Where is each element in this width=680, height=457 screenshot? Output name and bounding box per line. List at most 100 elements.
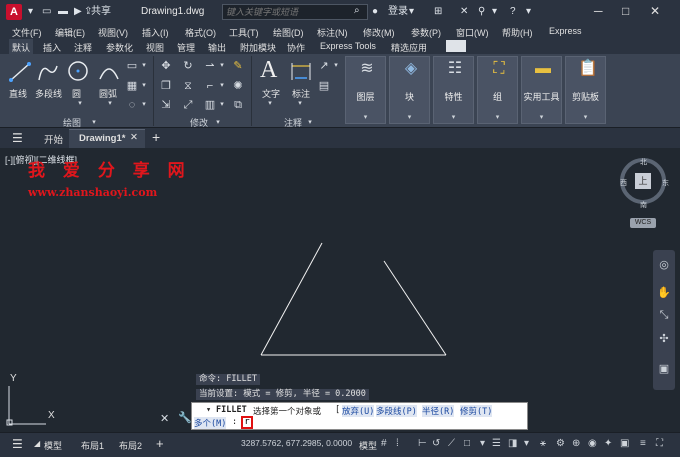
fillet-icon[interactable]: ⌐ [204, 80, 216, 92]
tab-overflow-icon[interactable] [446, 40, 466, 52]
tab-collaborate[interactable]: 协作 [287, 41, 305, 54]
tab-addins[interactable]: 附加模块 [240, 41, 276, 54]
dropdown-icon[interactable]: ▾ [409, 6, 414, 18]
trim-icon[interactable]: ⇀ [204, 60, 216, 72]
hatch-dropdown-icon[interactable]: ▾ [138, 80, 150, 92]
showmotion-icon[interactable]: ▣ [657, 362, 671, 376]
rotate-icon[interactable]: ↻ [182, 60, 194, 72]
isodraft-icon[interactable]: ⟋ [448, 438, 455, 449]
menu-dimension[interactable]: 标注(N) [317, 26, 348, 39]
menu-insert[interactable]: 插入(I) [142, 26, 169, 39]
model-space-toggle[interactable]: 模型 [359, 439, 377, 452]
ellipse-dropdown-icon[interactable]: ▾ [138, 99, 150, 111]
wcs-menu[interactable]: WCS [630, 218, 656, 228]
clean-screen-icon[interactable]: ▣ [620, 438, 629, 449]
polyline-tool-label[interactable]: 多段线 [35, 87, 62, 100]
tab-insert[interactable]: 插入 [43, 41, 61, 54]
minimize-icon[interactable]: ─ [594, 4, 603, 18]
open-folder-icon[interactable]: ▬ [58, 6, 68, 18]
tab-close-icon[interactable]: ✕ [130, 132, 138, 143]
add-layout-icon[interactable]: + [156, 436, 164, 451]
command-customize-icon[interactable]: 🔧 [178, 411, 192, 424]
table-icon[interactable]: ▤ [318, 80, 330, 92]
option-radius[interactable]: 半径(R) [422, 405, 455, 417]
text-tool-icon[interactable]: A [260, 57, 277, 84]
save-icon[interactable]: ▶ [74, 6, 82, 18]
annotation-scale-icon[interactable]: ⚹ [540, 438, 546, 449]
ellipse-icon[interactable]: ◌ [126, 99, 138, 111]
menu-view[interactable]: 视图(V) [98, 26, 128, 39]
tab-featured-apps[interactable]: 精选应用 [391, 41, 427, 54]
viewcube-top[interactable]: 上 [635, 173, 651, 189]
scale-icon[interactable]: ⤢ [182, 99, 194, 111]
properties-panel[interactable]: ☷ 特性 ▾ [433, 56, 474, 124]
mirror-icon[interactable]: ⧖ [182, 80, 194, 92]
trim-dropdown-icon[interactable]: ▾ [216, 60, 228, 72]
network-icon[interactable]: ⚲ [478, 6, 485, 18]
tab-output[interactable]: 输出 [208, 41, 226, 54]
command-prompt-arrow-icon[interactable]: ▾ [206, 405, 211, 415]
option-polyline[interactable]: 多段线(P) [376, 405, 417, 417]
new-tab-icon[interactable]: + [152, 129, 160, 145]
erase-icon[interactable]: ✎ [232, 60, 244, 72]
circle-dropdown-icon[interactable]: ▾ [74, 98, 86, 110]
layout-menu-icon[interactable]: ☰ [12, 437, 23, 451]
lineweight-icon[interactable]: ☰ [492, 438, 501, 449]
group-panel[interactable]: ⛶ 组 ▾ [477, 56, 518, 124]
menu-express[interactable]: Express [549, 26, 582, 36]
exchange-icon[interactable]: ✕ [460, 6, 468, 18]
polar-icon[interactable]: ↺ [432, 438, 440, 449]
compass-north[interactable]: 北 [640, 157, 647, 167]
fillet-dropdown-icon[interactable]: ▾ [216, 80, 228, 92]
tab-view[interactable]: 视图 [146, 41, 164, 54]
close-icon[interactable]: ✕ [650, 4, 660, 18]
command-close-icon[interactable]: ✕ [160, 412, 169, 425]
dimension-tool-icon[interactable] [289, 60, 313, 84]
clipboard-panel[interactable]: 📋 剪贴板 ▾ [565, 56, 606, 124]
user-icon[interactable]: ● [372, 6, 378, 18]
leader-dropdown-icon[interactable]: ▾ [330, 60, 342, 72]
new-file-icon[interactable]: ▭ [42, 6, 51, 18]
hamburger-menu-icon[interactable]: ☰ [12, 131, 23, 145]
menu-tools[interactable]: 工具(T) [229, 26, 259, 39]
menu-edit[interactable]: 编辑(E) [55, 26, 85, 39]
cart-icon[interactable]: ⊞ [434, 6, 442, 18]
text-dropdown-icon[interactable]: ▾ [264, 98, 276, 110]
coordinates-readout[interactable]: 3287.5762, 677.2985, 0.0000 [241, 438, 352, 448]
command-line[interactable]: ▾ FILLET 选择第一个对象或 [ 放弃(U) 多段线(P) 半径(R) 修… [191, 402, 528, 430]
units-icon[interactable]: ⊕ [572, 438, 580, 449]
tab-manage[interactable]: 管理 [177, 41, 195, 54]
utilities-panel[interactable]: ▬ 实用工具 ▾ [521, 56, 562, 124]
fullscreen-icon[interactable]: ⛶ [656, 438, 663, 449]
rectangle-dropdown-icon[interactable]: ▾ [138, 60, 150, 72]
search-box[interactable] [222, 4, 368, 20]
polyline-tool-icon[interactable] [36, 60, 60, 84]
workspace-icon[interactable]: ⚙ [556, 438, 565, 449]
customization-icon[interactable]: ≡ [640, 438, 646, 449]
block-panel[interactable]: ◈ 块 ▾ [389, 56, 430, 124]
menu-format[interactable]: 格式(O) [185, 26, 216, 39]
login-label[interactable]: 登录 [388, 6, 408, 18]
layers-panel[interactable]: ≋ 图层 ▾ [345, 56, 386, 124]
menu-draw[interactable]: 绘图(D) [273, 26, 304, 39]
option-undo[interactable]: 放弃(U) [342, 405, 375, 417]
menu-modify[interactable]: 修改(M) [363, 26, 395, 39]
rectangle-icon[interactable]: ▭ [126, 60, 138, 72]
option-trim[interactable]: 修剪(T) [460, 405, 493, 417]
transparency-icon[interactable]: ◨ [508, 438, 517, 449]
array-dropdown-icon[interactable]: ▾ [216, 99, 228, 111]
layout1-tab[interactable]: 布局1 [81, 439, 104, 452]
zoom-extents-icon[interactable]: ⤡ [657, 308, 671, 322]
pan-icon[interactable]: ✋ [657, 286, 671, 300]
command-input[interactable]: r [241, 416, 253, 429]
array-icon[interactable]: ▥ [204, 99, 216, 111]
search-icon[interactable]: ⌕ [354, 5, 360, 17]
tab-start[interactable]: 开始 [44, 132, 63, 146]
osnap-dropdown-icon[interactable]: ▾ [480, 438, 485, 449]
compass-west[interactable]: 西 [620, 178, 627, 188]
hardware-acceleration-icon[interactable]: ✦ [604, 438, 612, 449]
ortho-icon[interactable]: ⊢ [418, 438, 427, 449]
app-logo[interactable]: A [6, 4, 22, 20]
offset-icon[interactable]: ⧉ [232, 99, 244, 111]
compass-south[interactable]: 南 [640, 200, 647, 210]
